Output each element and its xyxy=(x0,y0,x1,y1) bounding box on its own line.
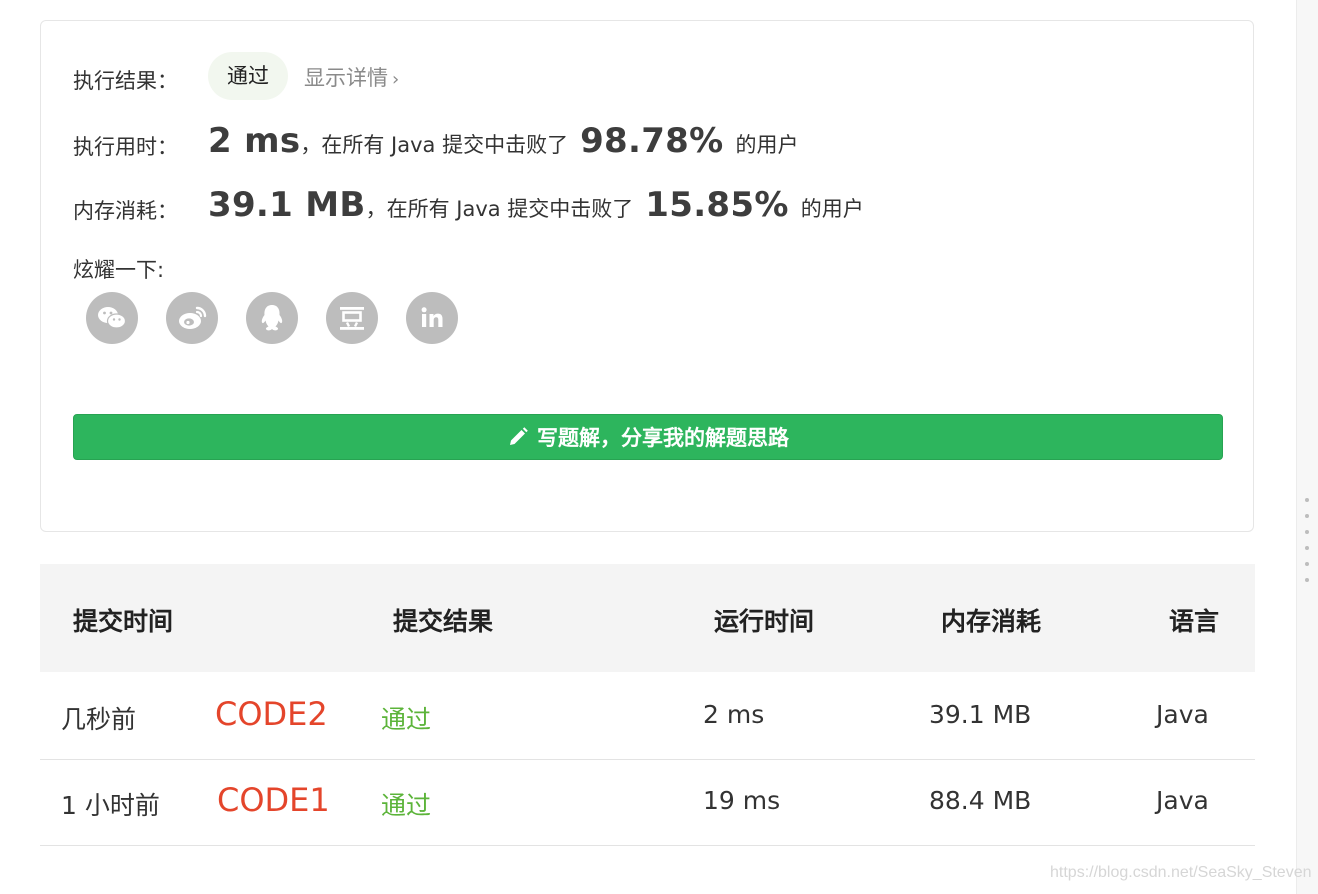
weibo-icon[interactable] xyxy=(166,292,218,344)
header-memory[interactable]: 内存消耗 xyxy=(941,602,1041,638)
row-language: Java xyxy=(1156,786,1209,815)
header-submit-time[interactable]: 提交时间 xyxy=(73,602,173,638)
chevron-right-icon: › xyxy=(392,69,400,90)
runtime-suffix: 的用户 xyxy=(735,133,799,157)
write-solution-button[interactable]: 写题解，分享我的解题思路 xyxy=(73,414,1223,460)
douban-icon[interactable] xyxy=(326,292,378,344)
show-details-link[interactable]: 显示详情 › xyxy=(304,62,399,92)
header-runtime[interactable]: 运行时间 xyxy=(714,602,814,638)
wechat-icon[interactable] xyxy=(86,292,138,344)
runtime-value: 2 ms xyxy=(208,121,301,161)
annotation-code-label: CODE1 xyxy=(217,781,330,819)
header-submit-result[interactable]: 提交结果 xyxy=(393,602,493,638)
watermark-text: https://blog.csdn.net/SeaSky_Steven xyxy=(1050,864,1312,881)
header-language[interactable]: 语言 xyxy=(1169,602,1219,638)
status-label: 执行结果： xyxy=(73,69,178,93)
row-memory: 39.1 MB xyxy=(929,700,1032,729)
table-row[interactable]: 几秒前 CODE2 通过 2 ms 39.1 MB Java xyxy=(40,673,1255,760)
row-runtime: 19 ms xyxy=(703,786,781,815)
show-details-text: 显示详情 xyxy=(304,66,388,90)
annotation-code-label: CODE2 xyxy=(215,695,328,733)
runtime-prefix: ，在所有 Java 提交中击败了 xyxy=(300,133,569,157)
memory-percent: 15.85% xyxy=(645,185,789,225)
row-submit-time: 1 小时前 xyxy=(61,791,160,820)
share-label: 炫耀一下: xyxy=(73,258,165,282)
result-card: 执行结果： 通过 显示详情 › 执行用时： 2 ms ，在所有 Java 提交中击… xyxy=(40,20,1254,532)
runtime-percent: 98.78% xyxy=(580,121,724,161)
table-row[interactable]: 1 小时前 CODE1 通过 19 ms 88.4 MB Java xyxy=(40,759,1255,846)
submissions-table-header: 提交时间 提交结果 运行时间 内存消耗 语言 xyxy=(40,564,1255,672)
scrollbar-track[interactable] xyxy=(1296,0,1318,894)
memory-suffix: 的用户 xyxy=(800,197,864,221)
memory-value: 39.1 MB xyxy=(208,185,366,225)
write-solution-label: 写题解，分享我的解题思路 xyxy=(537,426,789,450)
row-runtime: 2 ms xyxy=(703,700,765,729)
memory-stat: 39.1 MB ，在所有 Java 提交中击败了 15.85% 的用户 xyxy=(208,185,864,225)
linkedin-icon[interactable] xyxy=(406,292,458,344)
runtime-stat: 2 ms ，在所有 Java 提交中击败了 98.78% 的用户 xyxy=(208,121,799,161)
qq-icon[interactable] xyxy=(246,292,298,344)
row-memory: 88.4 MB xyxy=(929,786,1032,815)
memory-label: 内存消耗： xyxy=(73,199,178,223)
row-language: Java xyxy=(1156,700,1209,729)
status-badge: 通过 xyxy=(208,52,288,100)
row-submit-time: 几秒前 xyxy=(61,705,137,734)
row-result-link[interactable]: 通过 xyxy=(381,786,431,822)
pencil-icon xyxy=(507,426,529,448)
runtime-label: 执行用时： xyxy=(73,135,178,159)
share-buttons xyxy=(86,292,486,344)
drag-handle-icon[interactable] xyxy=(1305,498,1311,594)
memory-prefix: ，在所有 Java 提交中击败了 xyxy=(365,197,634,221)
row-result-link[interactable]: 通过 xyxy=(381,700,431,736)
